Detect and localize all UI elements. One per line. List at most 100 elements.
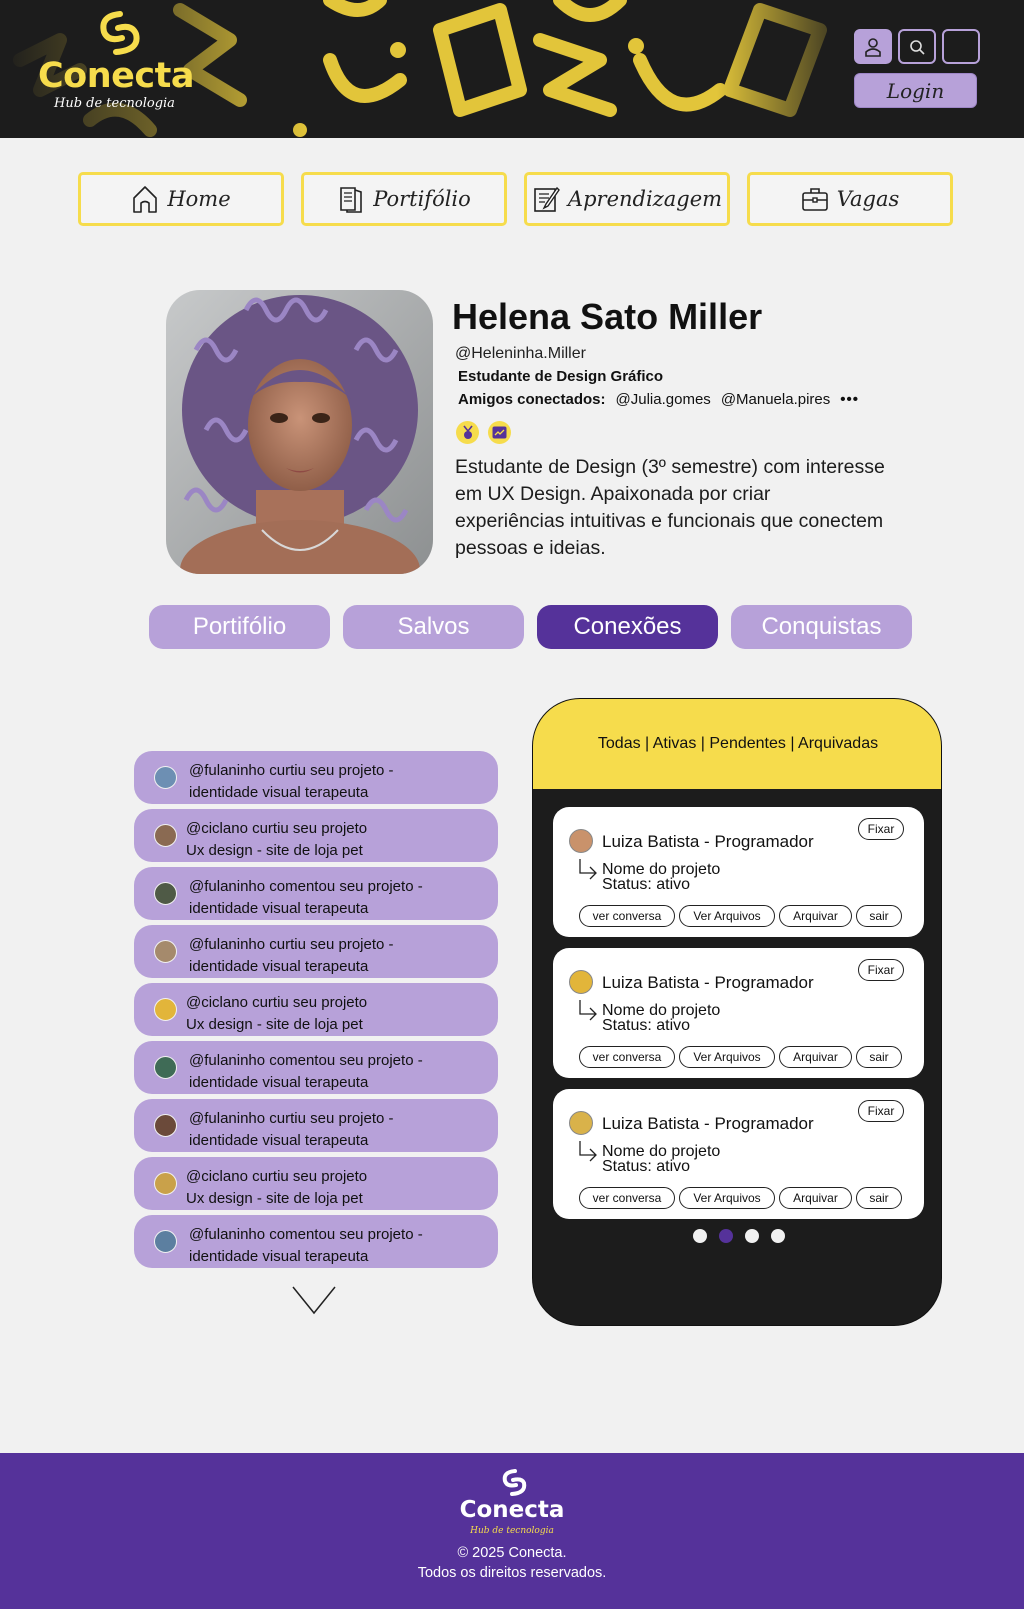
- badge-list: [456, 421, 511, 444]
- nav-learning[interactable]: Aprendizagem: [524, 172, 730, 226]
- notification-avatar: [154, 824, 177, 847]
- archive-button[interactable]: Arquivar: [779, 1187, 852, 1209]
- notification-text: @ciclano curtiu seu projeto Ux design - …: [186, 820, 368, 859]
- connection-card: Luiza Batista - Programador Fixar Nome d…: [553, 807, 924, 937]
- view-files-button[interactable]: Ver Arquivos: [679, 905, 775, 927]
- friends-label: Amigos conectados:: [458, 391, 606, 408]
- carousel-dot[interactable]: [693, 1229, 707, 1243]
- profile-name: Helena Sato Miller: [452, 296, 763, 337]
- medal-icon: [456, 421, 479, 444]
- user-button[interactable]: [854, 29, 892, 64]
- carousel-dot[interactable]: [771, 1229, 785, 1243]
- notification-text: @ciclano curtiu seu projeto Ux design - …: [186, 1168, 368, 1207]
- leave-button[interactable]: sair: [856, 905, 902, 927]
- chevron-down-icon[interactable]: [292, 1285, 336, 1315]
- pin-button[interactable]: Fixar: [858, 959, 904, 981]
- profile-friends: Amigos conectados: @Julia.gomes @Manuela…: [458, 391, 859, 408]
- notification-item[interactable]: @ciclano curtiu seu projeto Ux design - …: [134, 809, 498, 862]
- notebook-icon: [534, 186, 560, 212]
- archive-button[interactable]: Arquivar: [779, 1046, 852, 1068]
- carousel-dot[interactable]: [745, 1229, 759, 1243]
- nav-home-label: Home: [167, 187, 231, 211]
- connection-card: Luiza Batista - Programador Fixar Nome d…: [553, 948, 924, 1078]
- view-files-button[interactable]: Ver Arquivos: [679, 1046, 775, 1068]
- connection-name: Luiza Batista - Programador: [602, 973, 814, 992]
- connection-project: Nome do projeto Status: ativo: [602, 862, 720, 893]
- notification-text: @fulaninho curtiu seu projeto - identida…: [189, 762, 394, 801]
- project-name: Nome do projeto: [602, 1143, 721, 1160]
- friend-link[interactable]: @Manuela.pires: [721, 391, 830, 408]
- pin-button[interactable]: Fixar: [858, 818, 904, 840]
- carousel-dot-active[interactable]: [719, 1229, 733, 1243]
- user-icon: [865, 37, 881, 57]
- profile-photo: [166, 290, 433, 574]
- branch-arrow-icon: [579, 1141, 597, 1162]
- connections-filter[interactable]: Todas | Ativas | Pendentes | Arquivadas: [533, 699, 941, 789]
- notification-text: @ciclano curtiu seu projeto Ux design - …: [186, 994, 368, 1033]
- copyright-text: © 2025 Conecta.: [457, 1545, 567, 1561]
- nav-portfolio[interactable]: Portifólio: [301, 172, 507, 226]
- main-nav: Home Portifólio Aprendizagem Vagas: [78, 172, 953, 226]
- notification-item[interactable]: @fulaninho comentou seu projeto - identi…: [134, 1215, 498, 1268]
- notification-text: @fulaninho curtiu seu projeto - identida…: [189, 936, 394, 975]
- project-name: Nome do projeto: [602, 1002, 721, 1019]
- logo-text: Conecta: [38, 56, 194, 96]
- connection-name: Luiza Batista - Programador: [602, 832, 814, 851]
- profile-role: Estudante de Design Gráfico: [458, 368, 664, 385]
- connection-actions: ver conversa Ver Arquivos Arquivar sair: [579, 1187, 902, 1209]
- profile-handle: @Heleninha.Miller: [455, 345, 586, 362]
- login-button[interactable]: Login: [854, 73, 977, 108]
- connection-name: Luiza Batista - Programador: [602, 1114, 814, 1133]
- notification-item[interactable]: @ciclano curtiu seu projeto Ux design - …: [134, 1157, 498, 1210]
- connection-actions: ver conversa Ver Arquivos Arquivar sair: [579, 1046, 902, 1068]
- search-button[interactable]: [898, 29, 936, 64]
- branch-arrow-icon: [579, 1000, 597, 1021]
- logo-swirl-icon: [100, 11, 140, 55]
- nav-portfolio-label: Portifólio: [373, 187, 471, 211]
- leave-button[interactable]: sair: [856, 1046, 902, 1068]
- tab-portfolio[interactable]: Portifólio: [149, 605, 330, 649]
- home-icon: [133, 186, 158, 213]
- notification-item[interactable]: @fulaninho curtiu seu projeto - identida…: [134, 751, 498, 804]
- view-conversation-button[interactable]: ver conversa: [579, 1187, 675, 1209]
- notification-text: @fulaninho comentou seu projeto - identi…: [189, 1226, 423, 1265]
- nav-jobs-label: Vagas: [836, 187, 900, 211]
- nav-jobs[interactable]: Vagas: [747, 172, 953, 226]
- connections-panel: Todas | Ativas | Pendentes | Arquivadas …: [532, 698, 942, 1326]
- notification-avatar: [154, 998, 177, 1021]
- extra-button[interactable]: [942, 29, 980, 64]
- tab-achievements[interactable]: Conquistas: [731, 605, 912, 649]
- profile-bio: Estudante de Design (3º semestre) com in…: [455, 456, 885, 559]
- more-friends-button[interactable]: •••: [840, 391, 859, 408]
- notification-item[interactable]: @fulaninho comentou seu projeto - identi…: [134, 867, 498, 920]
- tab-saved[interactable]: Salvos: [343, 605, 524, 649]
- connection-project: Nome do projeto Status: ativo: [602, 1143, 721, 1175]
- view-conversation-button[interactable]: ver conversa: [579, 905, 675, 927]
- logo-subtitle: Hub de tecnologia: [54, 96, 175, 111]
- connection-project: Nome do projeto Status: ativo: [602, 1002, 721, 1034]
- search-icon: [910, 39, 925, 55]
- notification-item[interactable]: @ciclano curtiu seu projeto Ux design - …: [134, 983, 498, 1036]
- notification-avatar: [154, 882, 177, 905]
- project-status: Status: ativo: [602, 876, 691, 893]
- leave-button[interactable]: sair: [856, 1187, 902, 1209]
- view-files-button[interactable]: Ver Arquivos: [679, 1187, 775, 1209]
- notification-item[interactable]: @fulaninho curtiu seu projeto - identida…: [134, 1099, 498, 1152]
- pin-button[interactable]: Fixar: [858, 1100, 904, 1122]
- footer-logo-text: Conecta: [459, 1497, 565, 1523]
- briefcase-icon: [801, 188, 828, 211]
- notification-item[interactable]: @fulaninho curtiu seu projeto - identida…: [134, 925, 498, 978]
- notification-item[interactable]: @fulaninho comentou seu projeto - identi…: [134, 1041, 498, 1094]
- connection-card: Luiza Batista - Programador Fixar Nome d…: [553, 1089, 924, 1219]
- notification-avatar: [154, 766, 177, 789]
- archive-button[interactable]: Arquivar: [779, 905, 852, 927]
- project-status: Status: ativo: [602, 1017, 691, 1034]
- tab-connections[interactable]: Conexões: [537, 605, 718, 649]
- project-status: Status: ativo: [602, 1158, 691, 1175]
- nav-home[interactable]: Home: [78, 172, 284, 226]
- notification-text: @fulaninho comentou seu projeto - identi…: [189, 878, 423, 917]
- friend-link[interactable]: @Julia.gomes: [616, 391, 711, 408]
- logo[interactable]: Conecta Hub de tecnologia: [38, 8, 203, 118]
- view-conversation-button[interactable]: ver conversa: [579, 1046, 675, 1068]
- notification-text: @fulaninho comentou seu projeto - identi…: [189, 1052, 423, 1091]
